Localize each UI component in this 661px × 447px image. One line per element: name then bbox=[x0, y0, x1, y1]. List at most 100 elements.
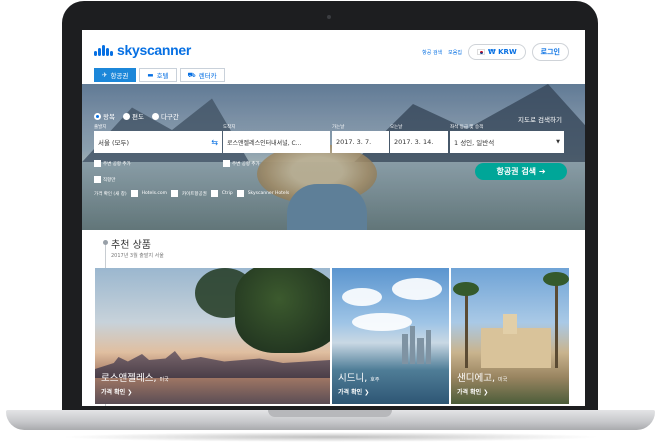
tab-label: 호텔 bbox=[156, 72, 169, 80]
card-city: 로스앤젤레스, bbox=[101, 373, 157, 384]
currency-label: ₩ KRW bbox=[487, 48, 517, 56]
compare-site-hotelscom: Hotels.com bbox=[141, 191, 167, 196]
trip-type-roundtrip[interactable]: 왕복 bbox=[94, 111, 115, 121]
return-value: 2017. 3. 14. bbox=[394, 138, 434, 146]
top-bar: skyscanner 항공 검색 모음집 ₩ KRW 로그인 bbox=[82, 30, 585, 68]
cabin-label: 좌석 등급 및 승객 bbox=[450, 125, 484, 130]
radio-icon bbox=[122, 112, 130, 120]
to-field[interactable]: 로스앤젤레스인터내셔널, C... bbox=[223, 131, 330, 153]
trip-type-group: 왕복 편도 다구간 bbox=[94, 111, 179, 121]
timeline-dot-icon bbox=[103, 240, 108, 245]
laptop-notch bbox=[268, 410, 392, 417]
depart-date-field[interactable]: 2017. 3. 7. bbox=[332, 131, 389, 153]
tab-flights[interactable]: ✈ 항공권 bbox=[94, 68, 137, 82]
product-tabs: ✈ 항공권 ▬ 호텔 ⛟ 렌터카 bbox=[94, 68, 225, 82]
cabin-passenger-select[interactable]: 1 성인, 일반석 ▼ bbox=[450, 131, 564, 153]
bed-icon: ▬ bbox=[147, 71, 154, 79]
compare-site-ctrip: Ctrip bbox=[221, 191, 233, 196]
tab-label: 항공권 bbox=[110, 72, 129, 80]
sunrise-icon bbox=[94, 44, 114, 56]
map-search-link[interactable]: 지도로 검색하기 bbox=[518, 114, 562, 124]
hero-overlay bbox=[82, 84, 585, 230]
palm-tree-image bbox=[555, 278, 558, 368]
tree-image bbox=[235, 268, 330, 353]
tower-image bbox=[503, 314, 517, 334]
radio-label: 편도 bbox=[131, 113, 144, 121]
building-image bbox=[402, 334, 408, 364]
checkbox-icon[interactable] bbox=[236, 190, 244, 197]
radio-icon bbox=[151, 112, 159, 120]
header-link-collections[interactable]: 모음집 bbox=[448, 49, 462, 56]
header-links: 항공 검색 모음집 ₩ KRW 로그인 bbox=[422, 43, 585, 61]
destination-card-sydney[interactable]: 시드니, 호주 가격 확인 ❯ bbox=[332, 268, 449, 404]
nearby-to-checkbox[interactable]: 주변 공항 추가 bbox=[223, 160, 260, 167]
stage: skyscanner 항공 검색 모음집 ₩ KRW 로그인 ✈ 항공권 ▬ 호… bbox=[0, 0, 661, 447]
login-button[interactable]: 로그인 bbox=[531, 43, 569, 61]
card-city: 시드니, bbox=[338, 373, 368, 384]
compare-label: 가격 확인 (새 창) bbox=[94, 191, 127, 197]
card-title: 로스앤젤레스, 미국 bbox=[101, 370, 169, 384]
trip-type-multicity[interactable]: 다구간 bbox=[151, 111, 179, 121]
from-field[interactable]: 서울 (모두) ⇆ bbox=[94, 131, 222, 153]
checkbox-label: 주변 공항 추가 bbox=[232, 161, 260, 167]
radio-label: 왕복 bbox=[103, 113, 115, 121]
card-title: 샌디에고, 미국 bbox=[457, 370, 507, 384]
palm-tree-image bbox=[465, 288, 468, 368]
laptop-base bbox=[0, 406, 661, 447]
radio-label: 다구간 bbox=[160, 113, 179, 121]
tab-label: 렌터카 bbox=[198, 72, 217, 80]
header-link-flight-search[interactable]: 항공 검색 bbox=[422, 49, 442, 56]
card-price-link[interactable]: 가격 확인 ❯ bbox=[338, 387, 369, 396]
checkbox-icon bbox=[94, 176, 101, 183]
destination-card-san-diego[interactable]: 샌디에고, 미국 가격 확인 ❯ bbox=[451, 268, 569, 404]
webcam-icon bbox=[327, 15, 331, 19]
card-price-link[interactable]: 가격 확인 ❯ bbox=[101, 387, 132, 396]
nearby-from-checkbox[interactable]: 주변 공항 추가 bbox=[94, 160, 131, 167]
tab-hotels[interactable]: ▬ 호텔 bbox=[139, 68, 177, 82]
compare-prices-row: 가격 확인 (새 창) Hotels.com 카이트항공권 Ctrip Skys… bbox=[94, 190, 289, 197]
checkbox-icon[interactable] bbox=[130, 190, 138, 197]
swap-icon[interactable]: ⇆ bbox=[211, 138, 218, 147]
to-value: 로스앤젤레스인터내셔널, C... bbox=[227, 139, 302, 147]
card-title: 시드니, 호주 bbox=[338, 370, 379, 384]
destination-card-los-angeles[interactable]: 로스앤젤레스, 미국 가격 확인 ❯ bbox=[95, 268, 330, 404]
hero-search-panel bbox=[82, 84, 585, 230]
card-price-link[interactable]: 가격 확인 ❯ bbox=[457, 387, 488, 396]
from-value: 서울 (모두) bbox=[98, 139, 130, 147]
currency-button[interactable]: ₩ KRW bbox=[467, 44, 526, 60]
destination-cards: 로스앤젤레스, 미국 가격 확인 ❯ 시드니, 호주 가격 확인 ❯ 샌디에고,… bbox=[95, 268, 569, 404]
checkbox-icon bbox=[223, 160, 230, 167]
chevron-down-icon: ▼ bbox=[556, 139, 560, 145]
return-label: 오는날 bbox=[390, 125, 403, 130]
radio-selected-icon bbox=[94, 112, 101, 120]
palm-frond-image bbox=[453, 282, 479, 296]
building-image bbox=[417, 338, 424, 364]
depart-label: 가는날 bbox=[332, 125, 345, 130]
building-image bbox=[410, 326, 415, 364]
checkbox-icon[interactable] bbox=[210, 190, 218, 197]
skyscanner-logo[interactable]: skyscanner bbox=[94, 42, 191, 58]
laptop-shadow bbox=[60, 432, 601, 442]
return-date-field[interactable]: 2017. 3. 14. bbox=[390, 131, 448, 153]
search-flights-button[interactable]: 항공권 검색 ➔ bbox=[475, 163, 567, 180]
cloud-image bbox=[392, 278, 442, 300]
cloud-image bbox=[342, 288, 382, 306]
tab-car-hire[interactable]: ⛟ 렌터카 bbox=[179, 68, 225, 82]
card-city: 샌디에고, bbox=[457, 373, 495, 384]
browser-screen: skyscanner 항공 검색 모음집 ₩ KRW 로그인 ✈ 항공권 ▬ 호… bbox=[82, 30, 585, 406]
recommended-subtitle: 2017년 3월 출발지 서울 bbox=[111, 253, 164, 259]
compare-site-skyscanner-hotels: Skyscanner Hotels bbox=[247, 191, 290, 196]
direct-only-checkbox[interactable]: 직항만 bbox=[94, 176, 115, 183]
checkbox-label: 주변 공항 추가 bbox=[103, 161, 131, 167]
card-country: 미국 bbox=[498, 377, 508, 383]
car-icon: ⛟ bbox=[187, 70, 196, 79]
building-image bbox=[426, 330, 431, 364]
from-label: 출발지 bbox=[94, 125, 107, 130]
compare-site-kite: 카이트항공권 bbox=[181, 191, 207, 197]
trip-type-oneway[interactable]: 편도 bbox=[122, 111, 144, 121]
mission-building-image bbox=[481, 328, 551, 368]
card-country: 미국 bbox=[159, 377, 169, 383]
checkbox-icon[interactable] bbox=[170, 190, 178, 197]
checkbox-icon bbox=[94, 160, 101, 167]
brand-name: skyscanner bbox=[117, 42, 192, 58]
